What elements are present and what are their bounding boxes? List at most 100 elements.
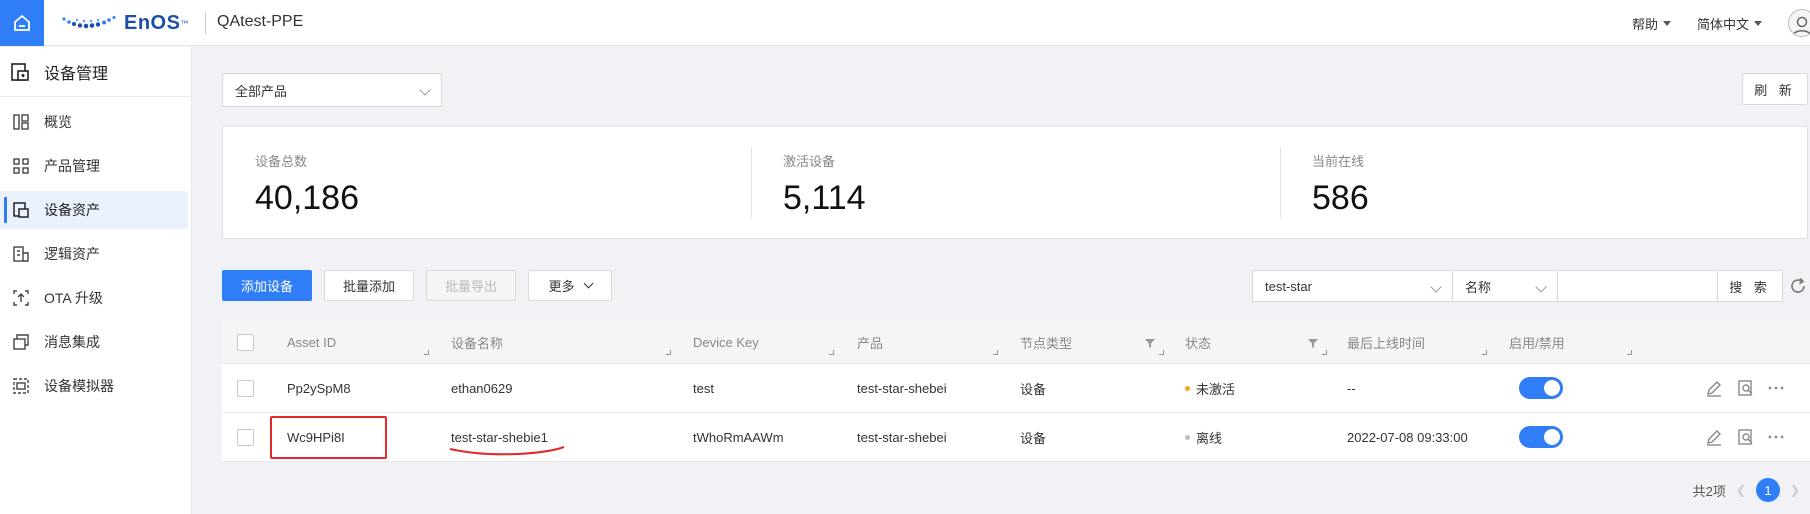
- sidebar-item-label: 逻辑资产: [44, 246, 100, 262]
- view-detail-icon[interactable]: [1737, 428, 1755, 446]
- refresh-button[interactable]: 刷 新: [1742, 73, 1808, 105]
- cell-product: test-star-shebei: [857, 380, 947, 396]
- enable-toggle[interactable]: [1519, 364, 1563, 412]
- status-dot: [1185, 434, 1190, 440]
- sidebar-item-label: 设备资产: [44, 202, 100, 218]
- column-resize-handle[interactable]: [1159, 350, 1164, 355]
- enos-logo[interactable]: EnOS ™: [60, 9, 188, 37]
- stat-label: 激活设备: [783, 154, 836, 169]
- stat-label: 当前在线: [1312, 154, 1365, 169]
- col-device-name[interactable]: 设备名称: [451, 322, 503, 363]
- sidebar-item-simulator[interactable]: 设备模拟器: [0, 367, 191, 405]
- sidebar-item-label: OTA 升级: [44, 290, 103, 306]
- enable-toggle[interactable]: [1519, 413, 1563, 461]
- sidebar-title: 设备管理: [44, 65, 109, 83]
- message-icon: [13, 334, 29, 350]
- chevron-down-icon: [1535, 281, 1547, 293]
- stat-value: 40,186: [255, 179, 359, 217]
- cell-last-online: 2022-07-08 09:33:00: [1347, 429, 1468, 445]
- more-label: 更多: [548, 279, 575, 294]
- sidebar-item-ota[interactable]: OTA 升级: [0, 279, 191, 317]
- cell-product: test-star-shebei: [857, 429, 947, 445]
- filter-icon[interactable]: [1307, 337, 1319, 349]
- cell-device-name[interactable]: ethan0629: [451, 364, 512, 412]
- column-resize-handle[interactable]: [1482, 350, 1487, 355]
- brand-name: EnOS: [124, 11, 181, 34]
- reload-icon[interactable]: [1788, 276, 1808, 296]
- col-device-key[interactable]: Device Key: [693, 322, 759, 363]
- column-resize-handle[interactable]: [1322, 350, 1327, 355]
- stat-label: 设备总数: [255, 154, 308, 169]
- cell-asset-id[interactable]: Pp2ySpM8: [287, 364, 351, 412]
- user-icon: [1792, 16, 1810, 36]
- col-status[interactable]: 状态: [1185, 322, 1211, 363]
- device-table: Asset ID 设备名称 Device Key 产品 节点类型 状态 最后上线…: [222, 322, 1810, 462]
- col-enabled[interactable]: 启用/禁用: [1509, 322, 1565, 363]
- column-resize-handle[interactable]: [829, 350, 834, 355]
- chevron-down-icon: [1430, 281, 1442, 293]
- pagination: 共2项 ❮ 1 ❯: [1693, 478, 1810, 502]
- sidebar-item-logic-assets[interactable]: 逻辑资产: [0, 235, 191, 273]
- product-filter-select[interactable]: test-star: [1252, 270, 1453, 302]
- status-dot: [1185, 385, 1190, 391]
- cell-node-type: 设备: [1020, 430, 1047, 446]
- search-button[interactable]: 搜 索: [1717, 270, 1783, 302]
- app-name[interactable]: QAtest-PPE: [217, 13, 303, 31]
- logic-asset-icon: [13, 246, 29, 262]
- table-header: Asset ID 设备名称 Device Key 产品 节点类型 状态 最后上线…: [222, 322, 1810, 364]
- product-select[interactable]: 全部产品: [222, 73, 442, 107]
- sidebar-item-products[interactable]: 产品管理: [0, 147, 191, 185]
- overview-icon: [13, 114, 29, 130]
- pagination-total: 共2项: [1692, 483, 1726, 499]
- cell-node-type: 设备: [1020, 381, 1047, 397]
- column-resize-handle[interactable]: [666, 350, 671, 355]
- cell-device-key: test: [693, 380, 714, 396]
- sidebar: 设备管理 概览 产品管理 设备资产 逻辑资产 OTA 升级 消息集成 设备模拟器: [0, 47, 192, 514]
- column-resize-handle[interactable]: [1627, 350, 1632, 355]
- field-filter-select[interactable]: 名称: [1452, 270, 1558, 302]
- col-node-type[interactable]: 节点类型: [1020, 322, 1072, 363]
- chevron-right-icon[interactable]: ❯: [1790, 483, 1800, 497]
- col-last-online[interactable]: 最后上线时间: [1347, 322, 1425, 363]
- batch-export-button[interactable]: 批量导出: [426, 270, 516, 301]
- column-resize-handle[interactable]: [993, 350, 998, 355]
- column-resize-handle[interactable]: [424, 350, 429, 355]
- field-filter-value: 名称: [1465, 279, 1492, 295]
- sidebar-item-label: 消息集成: [44, 334, 100, 350]
- edit-icon[interactable]: [1705, 379, 1723, 397]
- more-button[interactable]: 更多: [528, 270, 612, 301]
- device-asset-icon: [13, 202, 29, 218]
- device-management-icon: [11, 62, 29, 81]
- chevron-down-icon: [419, 84, 431, 96]
- filter-icon[interactable]: [1144, 337, 1156, 349]
- row-checkbox[interactable]: [237, 413, 254, 461]
- help-menu[interactable]: 帮助: [1632, 14, 1671, 33]
- col-product[interactable]: 产品: [857, 322, 883, 363]
- avatar[interactable]: [1788, 9, 1810, 37]
- add-device-button[interactable]: 添加设备: [222, 270, 312, 301]
- help-label: 帮助: [1631, 16, 1658, 32]
- sidebar-item-device-assets[interactable]: 设备资产: [0, 191, 188, 229]
- table-row[interactable]: Pp2ySpM8 ethan0629 test test-star-shebei…: [222, 364, 1810, 413]
- sidebar-item-message[interactable]: 消息集成: [0, 323, 191, 361]
- sidebar-item-overview[interactable]: 概览: [0, 103, 191, 141]
- stats-panel: 设备总数 40,186 激活设备 5,114 当前在线 586: [222, 126, 1808, 239]
- sidebar-item-label: 产品管理: [44, 158, 100, 174]
- batch-add-button[interactable]: 批量添加: [324, 270, 414, 301]
- search-input[interactable]: [1557, 270, 1718, 302]
- more-actions-icon[interactable]: [1767, 428, 1785, 446]
- more-actions-icon[interactable]: [1767, 379, 1785, 397]
- product-icon: [13, 158, 29, 174]
- edit-icon[interactable]: [1705, 428, 1723, 446]
- view-detail-icon[interactable]: [1737, 379, 1755, 397]
- home-button[interactable]: [0, 0, 44, 46]
- col-asset-id[interactable]: Asset ID: [287, 322, 336, 363]
- language-menu[interactable]: 简体中文: [1697, 14, 1762, 33]
- logo-dots-icon: [62, 16, 116, 29]
- sidebar-header: 设备管理: [0, 47, 191, 97]
- chevron-left-icon[interactable]: ❮: [1736, 483, 1746, 497]
- row-checkbox[interactable]: [237, 364, 254, 412]
- select-all-checkbox[interactable]: [237, 322, 254, 363]
- page-number-current[interactable]: 1: [1755, 478, 1780, 502]
- chevron-down-icon: [583, 278, 593, 289]
